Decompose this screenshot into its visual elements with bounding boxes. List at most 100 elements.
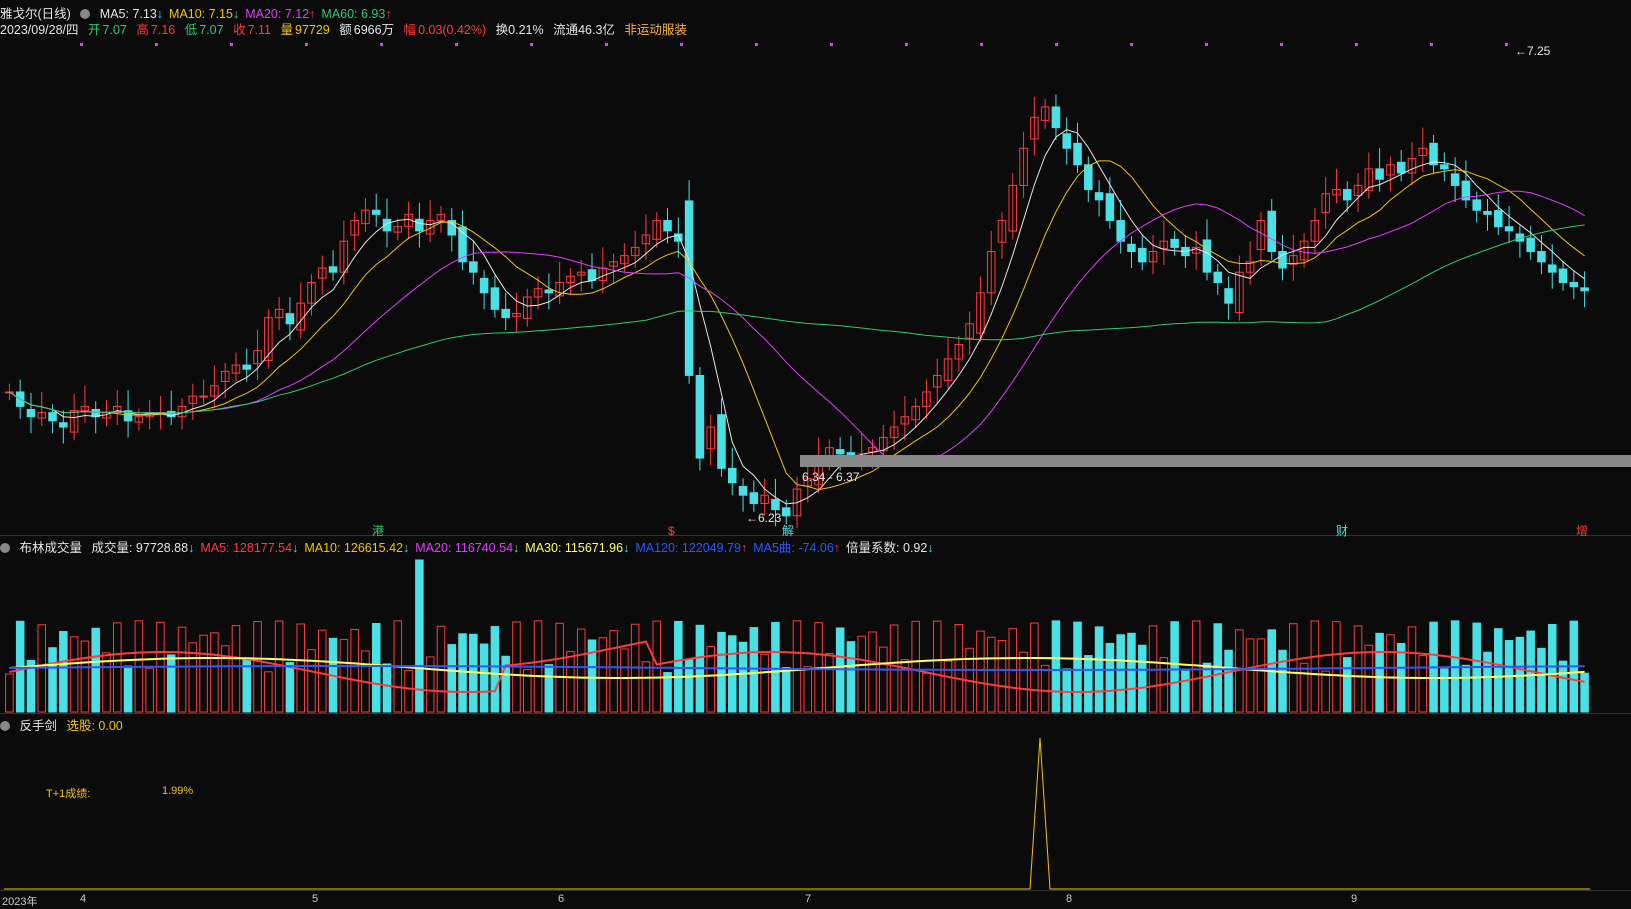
volume-bar <box>1040 664 1050 713</box>
volume-bar <box>1461 664 1471 713</box>
volume-bar <box>1332 621 1341 713</box>
volume-bar <box>954 623 964 713</box>
candle-body <box>717 414 726 469</box>
candle-body <box>1224 288 1233 304</box>
candle-body <box>1375 168 1384 180</box>
signal-dot <box>1130 43 1133 46</box>
event-marker-4: 增 <box>1576 524 1588 538</box>
signal-dot <box>1430 43 1433 46</box>
volume-bar <box>1547 623 1557 713</box>
candle-body <box>1483 210 1492 215</box>
candle-body <box>242 364 252 370</box>
candle-body <box>1127 243 1136 253</box>
candle-body <box>587 269 597 281</box>
kline-chart[interactable]: 6.34 - 6.37 ←7.25 ←6.23 港 $ 解 财 增 <box>0 0 1631 908</box>
candle-body <box>1267 210 1276 253</box>
volume-bar <box>1375 632 1384 713</box>
volume-bar <box>69 636 79 713</box>
candle-body <box>1062 133 1072 149</box>
volume-bar <box>566 651 575 713</box>
volume-bar <box>1321 670 1330 713</box>
volume-bar <box>997 640 1007 713</box>
volume-bar <box>458 633 467 713</box>
low-annotation: ←6.23 <box>746 511 782 525</box>
volume-bar <box>382 663 392 713</box>
volume-bar <box>760 653 769 713</box>
candle-body <box>501 308 510 319</box>
candle-body <box>835 449 845 455</box>
volume-bar <box>1181 670 1190 713</box>
volume-bar <box>1299 662 1309 713</box>
volume-bar <box>307 649 316 713</box>
event-marker-2: 解 <box>782 524 794 538</box>
event-marker-3: 财 <box>1336 524 1348 538</box>
signal-dot <box>1280 43 1283 46</box>
candle-body <box>328 266 338 273</box>
candle-body <box>479 277 489 294</box>
volume-bar <box>80 640 90 713</box>
signal-dot <box>1505 43 1508 46</box>
volume-bar <box>447 644 457 713</box>
volume-bar <box>123 665 133 713</box>
volume-bar <box>91 627 100 713</box>
price-gap-band <box>800 455 1631 467</box>
candle-body <box>1547 264 1557 273</box>
signal-dot <box>80 43 83 46</box>
volume-bar <box>911 620 920 713</box>
candle-body <box>1450 173 1460 186</box>
candle-body <box>684 200 694 376</box>
ma20-line <box>9 190 1585 467</box>
ma60-line <box>9 224 1585 414</box>
volume-bar <box>1051 620 1061 713</box>
volume-bar <box>1073 621 1082 713</box>
volume-bar <box>479 643 489 713</box>
volume-bar <box>1310 620 1320 713</box>
candle-body <box>1073 142 1082 166</box>
signal-dot <box>230 43 233 46</box>
candle-body <box>1342 189 1352 201</box>
candle-body <box>1051 106 1061 129</box>
volume-bar <box>264 671 273 713</box>
candle-body <box>1440 164 1449 170</box>
volume-bar <box>1407 626 1417 713</box>
band-label: 6.34 - 6.37 <box>802 470 860 484</box>
volume-bar <box>1278 649 1287 713</box>
volume-bar <box>922 672 931 713</box>
volume-bar <box>145 667 154 713</box>
candle-body <box>469 261 478 273</box>
volume-bar <box>1245 638 1255 713</box>
volume-bar <box>587 639 597 713</box>
signal-dot <box>530 43 533 46</box>
volume-bar <box>1483 651 1492 713</box>
volume-bar <box>684 658 694 713</box>
volume-bar <box>1030 622 1039 713</box>
volume-bar <box>846 641 856 713</box>
indicator-line <box>4 737 1590 890</box>
volume-bar <box>976 630 985 713</box>
candle-body <box>1569 282 1579 288</box>
candle-body <box>738 486 748 496</box>
signal-dot <box>980 43 983 46</box>
volume-bar <box>1202 662 1212 713</box>
volume-bar <box>1418 655 1428 713</box>
signal-dot <box>1355 43 1358 46</box>
volume-bar <box>803 666 813 713</box>
volume-bar <box>1084 655 1093 713</box>
volume-bar <box>166 654 176 713</box>
candle-body <box>695 374 705 459</box>
volume-bar <box>371 622 381 713</box>
candle-body <box>1396 161 1406 174</box>
volume-bar <box>1364 644 1374 713</box>
volume-bar <box>1342 657 1352 713</box>
volume-bar <box>1440 668 1449 713</box>
volume-bar <box>1386 634 1395 713</box>
candle-body <box>1213 271 1223 284</box>
candle-body <box>490 287 500 310</box>
volume-bar <box>1019 651 1028 713</box>
signal-dot <box>455 43 458 46</box>
candle-body <box>771 499 780 511</box>
candle-body <box>1580 287 1589 292</box>
volume-bar <box>674 620 683 713</box>
candle-body <box>1494 210 1503 228</box>
candle-body <box>1504 226 1514 232</box>
